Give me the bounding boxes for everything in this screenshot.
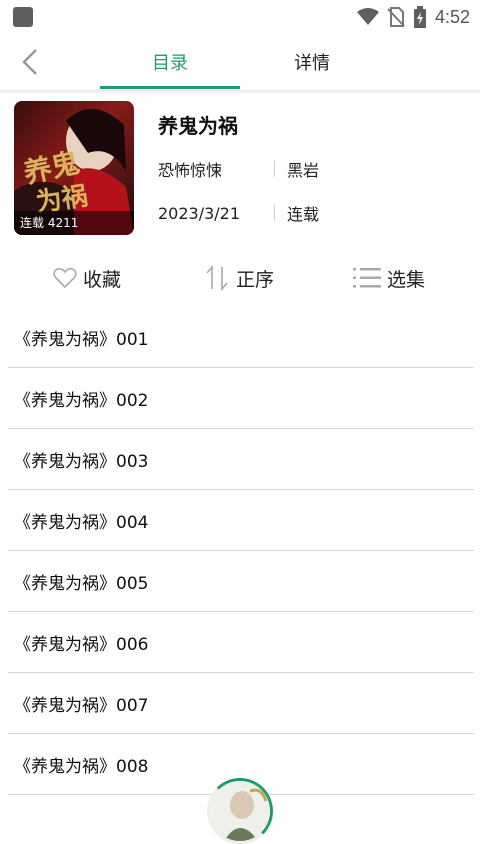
book-title: 养鬼为祸 <box>158 114 238 138</box>
chapter-item[interactable]: 《养鬼为祸》002 <box>8 368 474 429</box>
book-cover[interactable]: 养鬼 为祸 连载 4211 <box>14 101 134 235</box>
chapter-item[interactable]: 《养鬼为祸》005 <box>8 551 474 612</box>
select-episodes-button[interactable]: 选集 <box>353 256 425 300</box>
status-time: 4:52 <box>434 6 470 27</box>
chapter-item[interactable]: 《养鬼为祸》006 <box>8 612 474 673</box>
status-icons: 4:52 <box>356 5 470 29</box>
sort-order-label: 正序 <box>236 268 275 291</box>
chapter-list: 《养鬼为祸》001 《养鬼为祸》002 《养鬼为祸》003 《养鬼为祸》004 … <box>8 308 474 795</box>
book-date: 2023/3/21 <box>158 203 241 223</box>
book-status: 连载 <box>287 205 320 224</box>
wifi-icon <box>356 8 379 25</box>
cover-badge: 连载 4211 <box>14 211 134 235</box>
info-row-date: 2023/3/21 连载 <box>158 201 319 225</box>
chapter-item[interactable]: 《养鬼为祸》001 <box>8 308 474 368</box>
favorite-label: 收藏 <box>83 268 122 291</box>
tab-details[interactable]: 详情 <box>242 34 382 90</box>
favorite-button[interactable]: 收藏 <box>53 256 121 300</box>
select-episodes-label: 选集 <box>387 268 426 291</box>
divider <box>274 205 275 221</box>
notification-icon <box>13 7 33 27</box>
tab-catalog[interactable]: 目录 <box>100 34 240 90</box>
no-sim-icon <box>387 7 405 27</box>
book-genre: 恐怖惊悚 <box>158 161 223 180</box>
list-icon <box>353 268 381 288</box>
action-bar: 收藏 正序 选集 <box>0 256 480 300</box>
chapter-item[interactable]: 《养鬼为祸》007 <box>8 673 474 734</box>
back-button[interactable] <box>14 44 46 80</box>
chapter-item[interactable]: 《养鬼为祸》004 <box>8 490 474 551</box>
mini-cover-art <box>210 781 270 841</box>
sort-order-button[interactable]: 正序 <box>204 256 274 300</box>
info-row-genre: 恐怖惊悚 黑岩 <box>158 157 319 181</box>
tab-indicator <box>100 86 240 89</box>
status-bar: 4:52 <box>0 0 480 34</box>
divider <box>274 161 275 177</box>
sort-icon <box>206 265 228 291</box>
heart-icon <box>53 267 77 289</box>
mini-player-thumbnail[interactable] <box>207 778 273 844</box>
chevron-left-icon <box>22 49 37 75</box>
book-author: 黑岩 <box>287 161 320 180</box>
chapter-item[interactable]: 《养鬼为祸》003 <box>8 429 474 490</box>
top-nav: 目录 详情 <box>0 34 480 91</box>
battery-icon <box>413 6 426 28</box>
